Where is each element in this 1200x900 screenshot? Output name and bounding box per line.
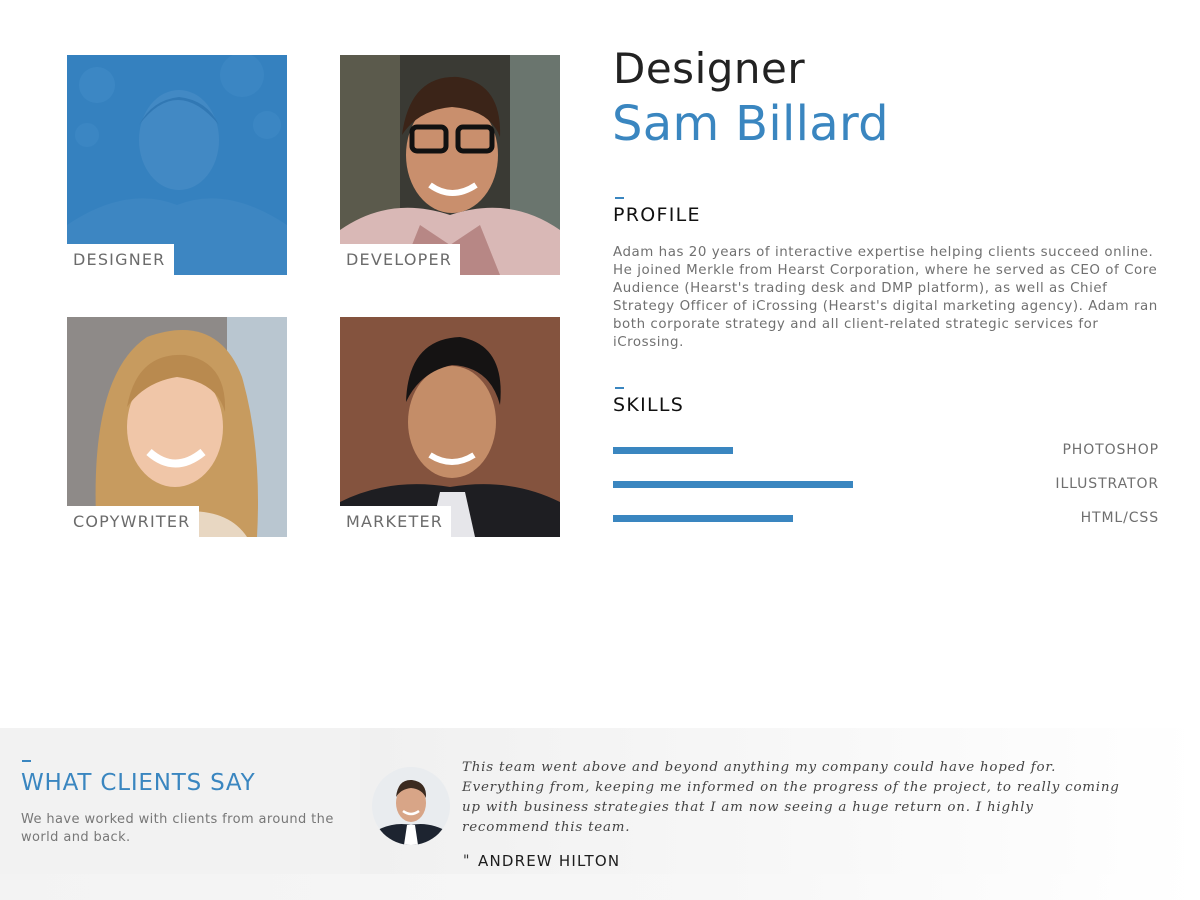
team-card-label: DEVELOPER [340,244,461,275]
skill-label: ILLUSTRATOR [1055,476,1159,492]
quote-mark-icon: " [463,853,470,869]
copywriter-photo [67,317,287,537]
team-card-label: COPYWRITER [67,506,199,537]
team-card-label: MARKETER [340,506,452,537]
designer-active-overlay [67,55,287,275]
testimonials-intro-panel [0,728,360,874]
team-card-copywriter[interactable]: COPYWRITER [67,317,287,537]
profile-role: Designer [613,44,806,93]
profile-section-title: PROFILE [613,204,701,226]
skill-bar-html-css [613,515,793,522]
testimonial-author: ANDREW HILTON [478,852,621,870]
profile-bio: Adam has 20 years of interactive experti… [613,245,1158,350]
team-card-developer[interactable]: DEVELOPER [340,55,560,275]
clients-subtext: We have worked with clients from around … [21,812,334,845]
skill-bar-illustrator [613,481,853,488]
profile-name: Sam Billard [612,96,889,152]
section-accent-dash [615,387,624,389]
client-avatar [372,767,450,845]
skills-section-title: SKILLS [613,394,685,416]
marketer-photo [340,317,560,537]
skill-label: PHOTOSHOP [1062,442,1159,458]
team-card-marketer[interactable]: MARKETER [340,317,560,537]
skill-bar-photoshop [613,447,733,454]
team-card-designer[interactable]: DESIGNER [67,55,287,275]
skill-label: HTML/CSS [1080,510,1159,526]
section-accent-dash [22,760,31,762]
team-profile-page: DESIGNER DEVELOPER COPYWRITER MARKETER D… [0,0,1200,900]
section-accent-dash [615,197,624,199]
team-card-label: DESIGNER [67,244,174,275]
testimonial-quote: This team went above and beyond anything… [462,760,1120,835]
clients-heading: WHAT CLIENTS SAY [21,770,256,796]
developer-photo [340,55,560,275]
